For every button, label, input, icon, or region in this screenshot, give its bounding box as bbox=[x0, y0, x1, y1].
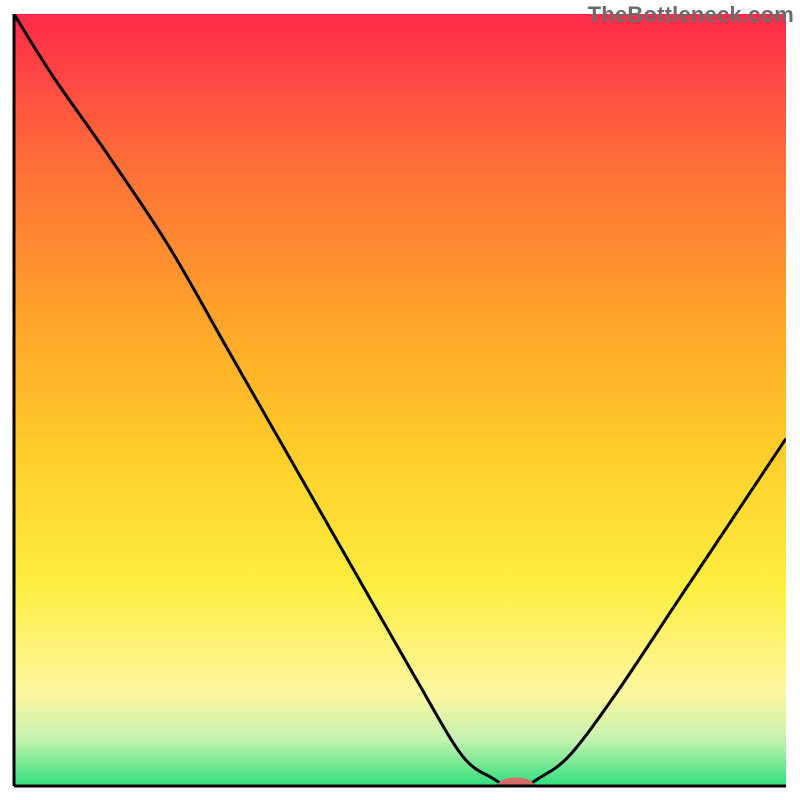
bottleneck-chart bbox=[0, 0, 800, 800]
chart-container: TheBottleneck.com bbox=[0, 0, 800, 800]
watermark-text: TheBottleneck.com bbox=[588, 2, 794, 28]
heatmap-gradient bbox=[14, 14, 786, 786]
